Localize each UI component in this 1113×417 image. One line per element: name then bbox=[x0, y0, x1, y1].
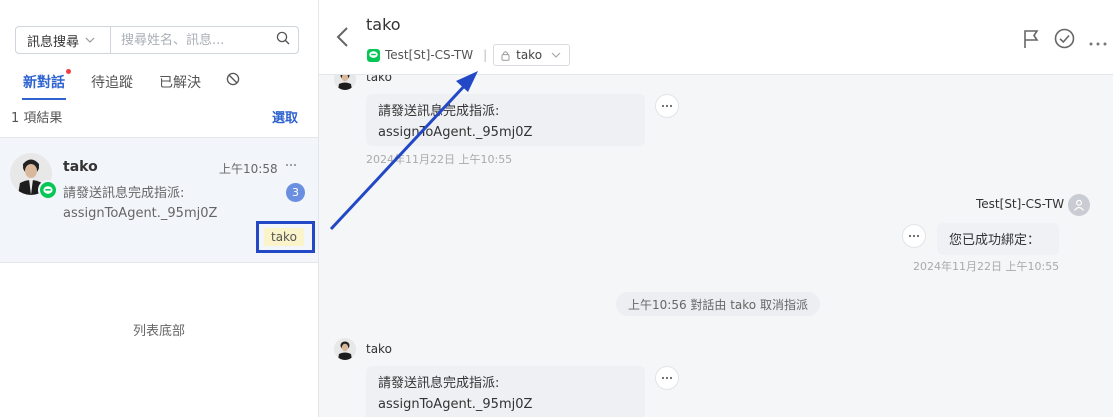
contact-name: tako bbox=[63, 159, 98, 175]
avatar bbox=[334, 75, 356, 90]
more-icon[interactable] bbox=[285, 156, 297, 171]
chevron-down-icon bbox=[85, 35, 95, 46]
back-arrow-icon[interactable] bbox=[335, 26, 349, 52]
search-row: 訊息搜尋 bbox=[15, 26, 299, 54]
conversation-list-panel: 訊息搜尋 新對話 待追蹤 已解決 1 項結果 bbox=[0, 0, 319, 417]
message-bubble[interactable]: 您已成功綁定： bbox=[937, 223, 1059, 255]
line-icon bbox=[38, 180, 58, 200]
message-bubble[interactable]: 請發送訊息完成指派: assignToAgent._95mj0Z bbox=[366, 94, 645, 146]
tab-resolved[interactable]: 已解決 bbox=[148, 70, 212, 100]
message-text: 您已成功綁定： bbox=[949, 233, 1041, 248]
flag-icon[interactable] bbox=[1022, 29, 1040, 53]
annotation-highlight-box bbox=[256, 221, 315, 253]
message-bubble[interactable]: 請發送訊息完成指派: assignToAgent._95mj0Z bbox=[366, 366, 645, 417]
assignee-dropdown[interactable]: tako bbox=[493, 44, 571, 66]
message-timestamp: 2024年11月22日 上午10:55 bbox=[913, 260, 1060, 273]
ban-icon bbox=[226, 72, 240, 88]
tab-blocked[interactable] bbox=[216, 70, 250, 100]
conversation-tabs: 新對話 待追蹤 已解決 bbox=[12, 69, 254, 100]
tab-label: 待追蹤 bbox=[91, 75, 133, 91]
sender-name: Test[St]-CS-TW bbox=[976, 197, 1065, 211]
tab-follow-up[interactable]: 待追蹤 bbox=[80, 70, 144, 100]
message-thread: tako 請發送訊息完成指派: assignToAgent._95mj0Z 20… bbox=[319, 75, 1113, 417]
result-count-row: 1 項結果 選取 bbox=[11, 107, 298, 126]
search-icon[interactable] bbox=[276, 31, 290, 49]
search-input[interactable] bbox=[121, 32, 269, 48]
result-count: 1 項結果 bbox=[11, 111, 63, 126]
line-icon bbox=[367, 48, 380, 62]
channel-name: Test[St]-CS-TW bbox=[385, 48, 474, 62]
tab-label: 新對話 bbox=[23, 75, 65, 91]
header-actions bbox=[1022, 28, 1113, 53]
more-icon[interactable] bbox=[1089, 31, 1107, 50]
tab-new[interactable]: 新對話 bbox=[12, 69, 76, 100]
chat-contact-name: tako bbox=[366, 15, 401, 34]
search-filter-label: 訊息搜尋 bbox=[27, 34, 80, 50]
user-icon bbox=[1068, 194, 1090, 216]
preview-line: assignToAgent._95mj0Z bbox=[63, 206, 218, 221]
avatar bbox=[334, 338, 356, 360]
sender-name: tako bbox=[366, 75, 392, 84]
assignee-name: tako bbox=[516, 48, 543, 62]
message-text: assignToAgent._95mj0Z bbox=[378, 125, 533, 140]
message-more-button[interactable] bbox=[655, 94, 679, 118]
system-event-pill: 上午10:56 對話由 tako 取消指派 bbox=[616, 292, 820, 316]
preview-line: 請發送訊息完成指派: bbox=[63, 186, 185, 201]
search-box bbox=[111, 26, 299, 54]
list-end-label: 列表底部 bbox=[132, 324, 185, 339]
chevron-down-icon bbox=[551, 50, 561, 61]
search-filter-dropdown[interactable]: 訊息搜尋 bbox=[15, 26, 111, 54]
unread-count-badge: 3 bbox=[286, 183, 305, 202]
sender-name: tako bbox=[366, 342, 392, 356]
message-text: assignToAgent._95mj0Z bbox=[378, 397, 533, 412]
message-text: 請發送訊息完成指派: bbox=[378, 104, 500, 119]
message-text: 請發送訊息完成指派: bbox=[378, 376, 500, 391]
chat-header: tako Test[St]-CS-TW | tako bbox=[319, 0, 1113, 75]
separator: | bbox=[483, 48, 488, 62]
lock-icon bbox=[501, 50, 510, 61]
last-message-time: 上午10:58 bbox=[219, 162, 278, 176]
channel-info: Test[St]-CS-TW | tako bbox=[367, 44, 571, 66]
last-message-preview: 請發送訊息完成指派: assignToAgent._95mj0Z bbox=[63, 184, 278, 224]
new-indicator-dot bbox=[66, 69, 71, 74]
message-more-button[interactable] bbox=[655, 366, 679, 390]
message-more-button[interactable] bbox=[902, 224, 926, 248]
tab-label: 已解決 bbox=[159, 75, 201, 91]
message-timestamp: 2024年11月22日 上午10:55 bbox=[366, 153, 513, 166]
select-button[interactable]: 選取 bbox=[272, 107, 298, 126]
check-circle-icon[interactable] bbox=[1054, 28, 1075, 53]
